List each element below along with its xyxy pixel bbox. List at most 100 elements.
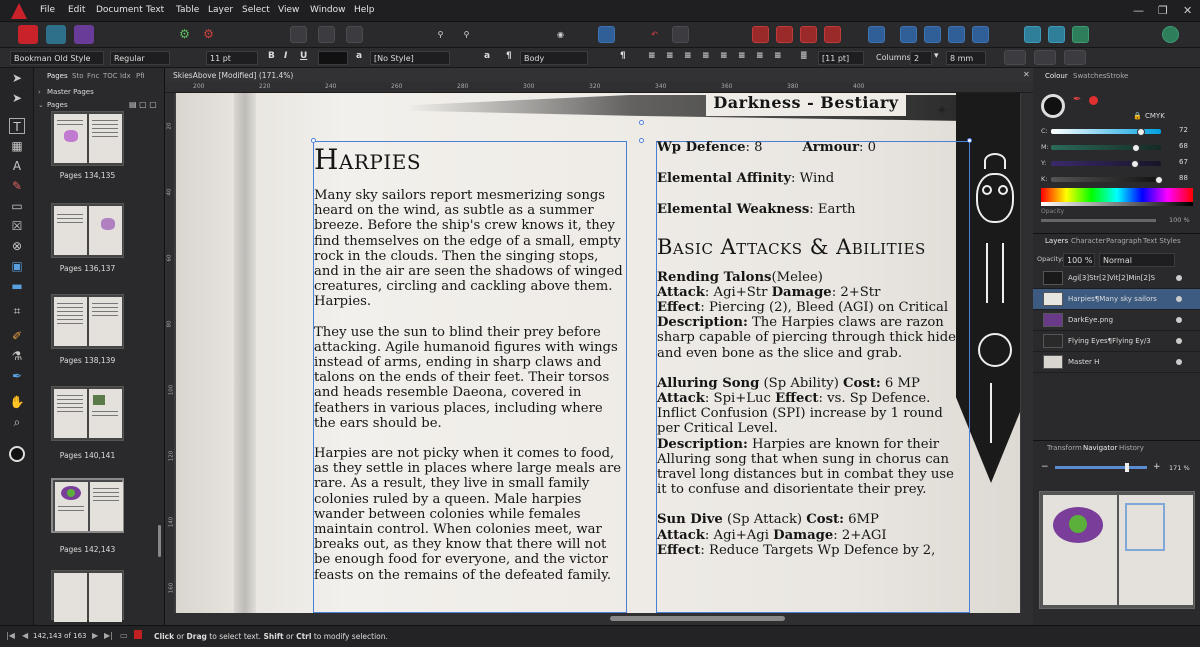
justify-center-icon[interactable]: ≡ bbox=[756, 51, 764, 61]
page-thumb-140[interactable] bbox=[51, 386, 124, 441]
table-icon[interactable] bbox=[346, 26, 363, 43]
char-style-clear-icon[interactable]: a bbox=[484, 51, 490, 61]
page-thumb-138[interactable] bbox=[51, 294, 124, 349]
yellow-slider[interactable]: Y: 67 bbox=[1041, 158, 1196, 168]
rectangle-tool-icon[interactable]: ▭ bbox=[9, 198, 25, 214]
next-page-icon[interactable]: ▶ bbox=[92, 631, 98, 640]
vertical-scrollbar[interactable] bbox=[1021, 93, 1033, 613]
ellipse-frame-tool-icon[interactable]: ⊗ bbox=[9, 238, 25, 254]
pages-expand-icon[interactable]: ⌄ bbox=[38, 101, 44, 109]
text-frame-options-icon[interactable] bbox=[1004, 50, 1026, 65]
zoom-out-icon[interactable]: − bbox=[1041, 462, 1049, 472]
justify-left-icon[interactable]: ≡ bbox=[738, 51, 746, 61]
paragraph-style-select[interactable]: Body bbox=[520, 51, 588, 65]
grey-spectrum[interactable] bbox=[1041, 202, 1193, 206]
menu-layer[interactable]: Layer bbox=[208, 5, 233, 15]
arrange-backward-icon[interactable] bbox=[776, 26, 793, 43]
menu-file[interactable]: File bbox=[40, 5, 55, 15]
italic-button[interactable]: I bbox=[284, 51, 287, 61]
menu-window[interactable]: Window bbox=[310, 5, 346, 15]
color-picker-tool-icon[interactable]: ✒ bbox=[9, 368, 25, 384]
lock-icon[interactable]: 🔒 bbox=[1133, 112, 1142, 120]
layer-row[interactable]: Flying Eyes¶Flying Ey/3 bbox=[1033, 331, 1200, 352]
justify-icon[interactable]: ≡ bbox=[702, 51, 710, 61]
tab-fields[interactable]: Fnc bbox=[87, 72, 99, 80]
align-left-icon[interactable]: ≡ bbox=[648, 51, 656, 61]
page-thumb-136[interactable] bbox=[51, 203, 124, 258]
error-icon[interactable] bbox=[134, 630, 142, 639]
tab-pages[interactable]: Pages bbox=[47, 72, 68, 80]
pen-tool-icon[interactable]: ✎ bbox=[9, 178, 25, 194]
font-family-select[interactable]: Bookman Old Style bbox=[10, 51, 104, 65]
fill-stroke-swatch[interactable] bbox=[1041, 94, 1065, 118]
artistic-text-tool-icon[interactable]: A bbox=[9, 158, 25, 174]
frame-text-tool-icon[interactable]: T bbox=[9, 118, 25, 134]
publisher-persona-icon[interactable] bbox=[18, 25, 38, 44]
layer-row[interactable]: Agi[3]Str[2]Vit[2]Min[2]S bbox=[1033, 268, 1200, 289]
rectangle-shape-tool-icon[interactable]: ▬ bbox=[9, 278, 25, 294]
character-panel-icon[interactable] bbox=[1064, 50, 1086, 65]
layer-row[interactable]: Master H bbox=[1033, 352, 1200, 373]
pages-scrollbar[interactable] bbox=[158, 525, 161, 557]
flip-h-icon[interactable] bbox=[900, 26, 917, 43]
align-right-icon[interactable]: ≡ bbox=[684, 51, 692, 61]
para-style-clear-icon[interactable]: ¶ bbox=[620, 51, 626, 61]
frame-icon[interactable] bbox=[290, 26, 307, 43]
snapping-icon[interactable]: ↶ bbox=[646, 26, 663, 43]
menu-help[interactable]: Help bbox=[354, 5, 375, 15]
fill-tool-icon[interactable]: ✐ bbox=[9, 328, 25, 344]
tab-preflight[interactable]: PfI bbox=[136, 72, 145, 80]
gutter-input[interactable]: 8 mm bbox=[946, 51, 986, 65]
table-tool-icon[interactable]: ▦ bbox=[9, 138, 25, 154]
horizontal-scrollbar[interactable] bbox=[165, 613, 1033, 625]
rotate-handle[interactable] bbox=[639, 120, 644, 125]
spread-icon[interactable]: ▭ bbox=[120, 631, 128, 640]
transparency-tool-icon[interactable]: ⚗ bbox=[9, 348, 25, 364]
tab-transform[interactable]: Transform bbox=[1047, 444, 1082, 452]
first-page-icon[interactable]: |◀ bbox=[6, 631, 15, 640]
zoom-slider[interactable] bbox=[1055, 463, 1147, 472]
tab-text-styles[interactable]: Text Styles bbox=[1143, 237, 1181, 245]
prev-page-icon[interactable]: ◀ bbox=[22, 631, 28, 640]
page-thumb-134[interactable] bbox=[51, 111, 124, 166]
tab-colour[interactable]: Colour bbox=[1045, 72, 1068, 80]
character-style-select[interactable]: [No Style] bbox=[370, 51, 450, 65]
tab-layers[interactable]: Layers bbox=[1045, 237, 1068, 245]
tab-toc[interactable]: TOC bbox=[103, 72, 118, 80]
page-thumb-142[interactable] bbox=[51, 478, 124, 533]
place-image-tool-icon[interactable]: ▣ bbox=[9, 258, 25, 274]
font-style-select[interactable]: Regular bbox=[110, 51, 170, 65]
menu-text[interactable]: Text bbox=[146, 5, 164, 15]
document-tab[interactable]: SkiesAbove [Modified] (171.4%) bbox=[165, 68, 1033, 82]
tab-history[interactable]: History bbox=[1119, 444, 1144, 452]
zoom-in-icon[interactable]: + bbox=[1153, 462, 1161, 472]
justify-right-icon[interactable]: ≡ bbox=[774, 51, 782, 61]
font-size-select[interactable]: 11 pt bbox=[206, 51, 258, 65]
black-slider[interactable]: K: 88 bbox=[1041, 174, 1196, 184]
master-pages-label[interactable]: Master Pages bbox=[47, 88, 94, 96]
boolean-subtract-icon[interactable] bbox=[1048, 26, 1065, 43]
columns-stepper[interactable]: ▾ bbox=[934, 51, 939, 61]
menu-edit[interactable]: Edit bbox=[68, 5, 85, 15]
page-counter[interactable]: 142,143 of 163 bbox=[33, 632, 87, 640]
rotate-right-icon[interactable] bbox=[972, 26, 989, 43]
move-tool-icon[interactable]: ➤ bbox=[9, 70, 25, 86]
pin-alt-icon[interactable]: ⚲ bbox=[458, 26, 475, 43]
user-icon[interactable] bbox=[1162, 26, 1179, 43]
align-center-icon[interactable]: ≡ bbox=[666, 51, 674, 61]
tab-stroke[interactable]: Stroke bbox=[1106, 72, 1128, 80]
minimize-icon[interactable]: — bbox=[1133, 4, 1144, 17]
maximize-icon[interactable]: ❐ bbox=[1158, 4, 1168, 17]
page-thumb-144[interactable] bbox=[51, 570, 124, 622]
leading-select[interactable]: [11 pt] bbox=[818, 51, 864, 65]
arrange-front-icon[interactable] bbox=[824, 26, 841, 43]
pin-icon[interactable]: ⚲ bbox=[432, 26, 449, 43]
preflight-icon[interactable]: ⚙ bbox=[200, 26, 217, 43]
tab-index[interactable]: Idx bbox=[120, 72, 131, 80]
view-icon[interactable]: ◉ bbox=[552, 26, 569, 43]
master-expand-icon[interactable]: › bbox=[38, 88, 41, 96]
close-icon[interactable]: ✕ bbox=[1183, 4, 1192, 17]
blend-mode-select[interactable]: Normal bbox=[1099, 253, 1175, 267]
boolean-add-icon[interactable] bbox=[1024, 26, 1041, 43]
shape-icon[interactable] bbox=[318, 26, 335, 43]
